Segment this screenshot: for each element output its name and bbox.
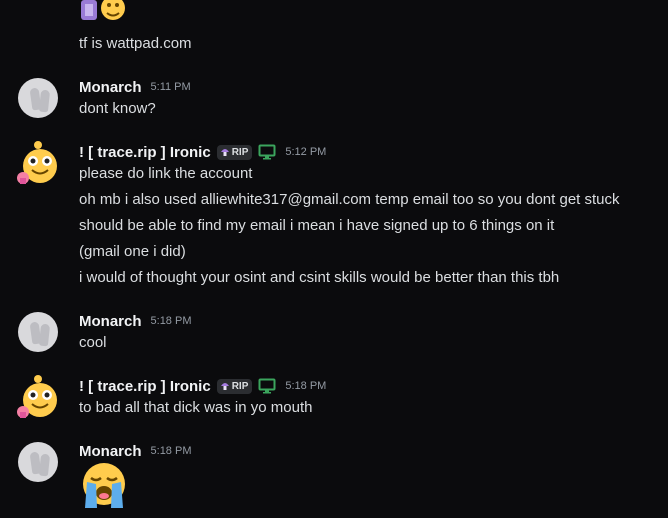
loudly-crying-face-icon <box>83 463 125 508</box>
message-header: Monarch 5:11 PM <box>79 77 191 97</box>
timestamp: 5:18 PM <box>285 380 327 392</box>
desktop-icon <box>258 378 276 394</box>
mushroom-icon <box>220 383 229 390</box>
message-text: should be able to find my email i mean i… <box>79 217 555 234</box>
message-text: cool <box>79 334 107 351</box>
user-avatar-monarch[interactable] <box>18 78 58 118</box>
user-avatar-monarch[interactable] <box>18 442 58 482</box>
user-avatar-ironic[interactable] <box>16 374 60 420</box>
badge-label: RIP <box>231 146 249 158</box>
message-text: dont know? <box>79 100 156 117</box>
message-header: ! [ trace.rip ] Ironic RIP 5:18 PM <box>79 376 326 396</box>
message-text: oh mb i also used alliewhite317@gmail.co… <box>79 191 620 208</box>
timestamp: 5:18 PM <box>150 445 192 457</box>
username-monarch[interactable]: Monarch <box>79 313 142 330</box>
timestamp: 5:12 PM <box>285 146 327 158</box>
message-header: Monarch 5:18 PM <box>79 441 191 461</box>
message-header: ! [ trace.rip ] Ironic RIP 5:12 PM <box>79 142 326 162</box>
user-avatar-monarch[interactable] <box>18 312 58 352</box>
timestamp: 5:18 PM <box>150 315 192 327</box>
username-ironic[interactable]: ! [ trace.rip ] Ironic <box>79 144 211 161</box>
username-ironic[interactable]: ! [ trace.rip ] Ironic <box>79 378 211 395</box>
message-text: i would of thought your osint and csint … <box>79 269 560 286</box>
rip-badge[interactable]: RIP <box>216 378 253 394</box>
message-text: (gmail one i did) <box>79 243 186 260</box>
user-avatar-ironic[interactable] <box>16 140 60 186</box>
party-emoji-icon <box>81 0 125 20</box>
message-text: to bad all that dick was in yo mouth <box>79 399 313 416</box>
desktop-icon <box>258 144 276 160</box>
badge-label: RIP <box>231 380 249 392</box>
message-header: Monarch 5:18 PM <box>79 311 191 331</box>
mushroom-icon <box>220 149 229 156</box>
message-text: tf is wattpad.com <box>79 35 192 52</box>
username-monarch[interactable]: Monarch <box>79 79 142 96</box>
rip-badge[interactable]: RIP <box>216 144 253 160</box>
timestamp: 5:11 PM <box>150 81 191 93</box>
message-text: please do link the account <box>79 165 253 182</box>
username-monarch[interactable]: Monarch <box>79 443 142 460</box>
